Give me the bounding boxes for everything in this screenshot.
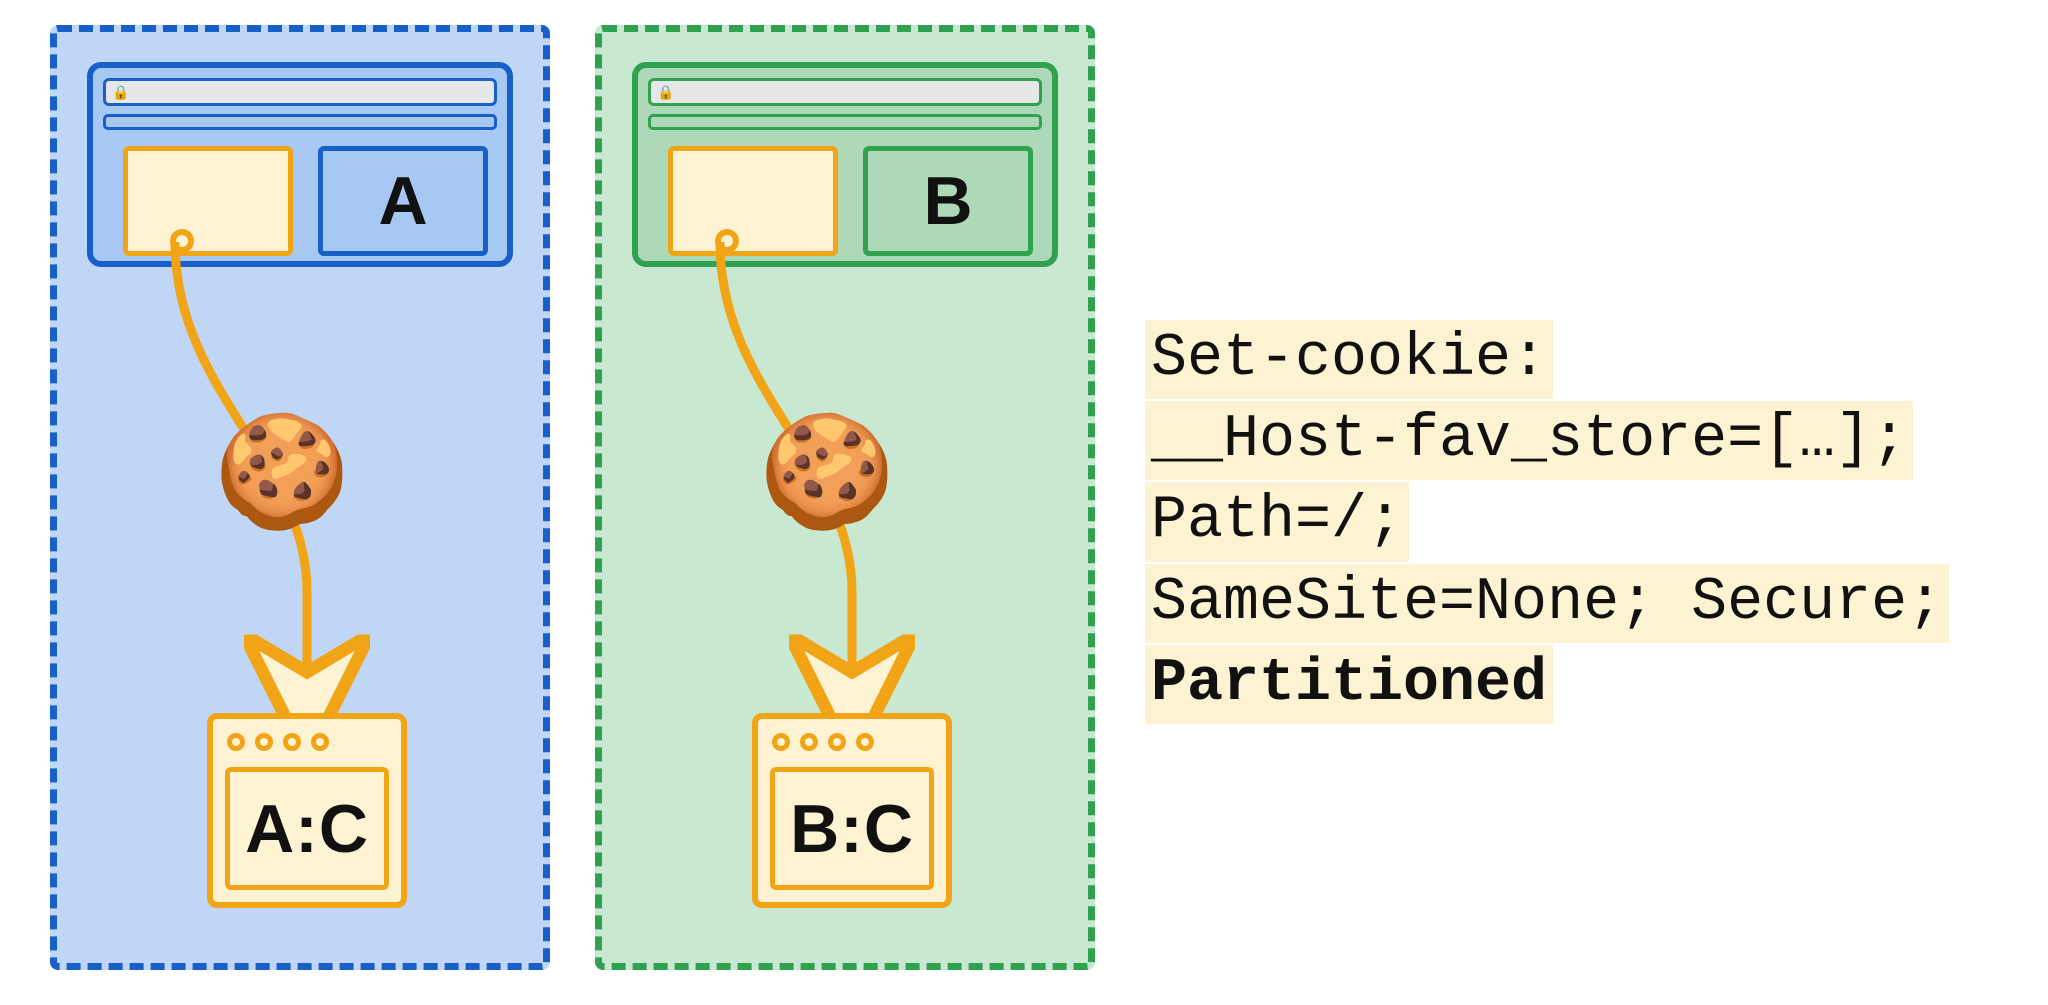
- site-label-a: A: [323, 151, 483, 251]
- iframe-port-a: [170, 229, 194, 253]
- jar-dot: [856, 733, 874, 751]
- lock-icon: 🔒: [657, 84, 674, 101]
- code-line-partitioned: Partitioned: [1145, 645, 1553, 724]
- first-party-panel-b: B: [863, 146, 1033, 256]
- code-line: Set-cookie:: [1145, 320, 1553, 399]
- set-cookie-header: Set-cookie: __Host-fav_store=[…]; Path=/…: [1145, 320, 2005, 726]
- partition-b: 🔒 B 🍪: [595, 25, 1095, 970]
- address-bar-a: 🔒: [103, 78, 497, 106]
- third-party-iframe-b: [668, 146, 838, 256]
- tab-strip-b: [648, 114, 1042, 130]
- lock-icon: 🔒: [112, 84, 129, 101]
- address-bar-b: 🔒: [648, 78, 1042, 106]
- jar-dot: [772, 733, 790, 751]
- site-label-b: B: [868, 151, 1028, 251]
- jar-dot: [311, 733, 329, 751]
- code-line: __Host-fav_store=[…];: [1145, 401, 1913, 480]
- browser-window-b: 🔒 B: [632, 62, 1058, 267]
- partition-a: 🔒 A 🍪: [50, 25, 550, 970]
- third-party-iframe-a: [123, 146, 293, 256]
- tab-strip-a: [103, 114, 497, 130]
- jar-titlebar-dots: [772, 733, 874, 751]
- jar-dot: [283, 733, 301, 751]
- cookie-jar-a: A:C: [207, 713, 407, 908]
- cookie-icon: 🍪: [759, 417, 896, 527]
- browser-window-a: 🔒 A: [87, 62, 513, 267]
- code-line: SameSite=None; Secure;: [1145, 564, 1949, 643]
- cookie-icon: 🍪: [214, 417, 351, 527]
- iframe-port-b: [715, 229, 739, 253]
- jar-titlebar-dots: [227, 733, 329, 751]
- jar-dot: [800, 733, 818, 751]
- jar-dot: [255, 733, 273, 751]
- diagram-stage: 🔒 A 🍪: [0, 0, 2048, 1005]
- jar-label-b: B:C: [790, 790, 914, 868]
- jar-dot: [227, 733, 245, 751]
- code-line: Path=/;: [1145, 482, 1409, 561]
- cookie-jar-b: B:C: [752, 713, 952, 908]
- first-party-panel-a: A: [318, 146, 488, 256]
- jar-body-a: A:C: [225, 767, 389, 890]
- jar-label-a: A:C: [245, 790, 369, 868]
- jar-dot: [828, 733, 846, 751]
- jar-body-b: B:C: [770, 767, 934, 890]
